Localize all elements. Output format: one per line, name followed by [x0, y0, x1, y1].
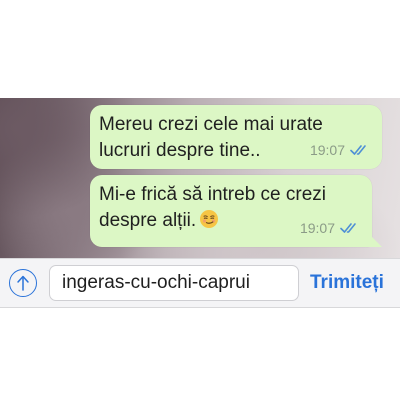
- message-text: Mi-e frică să intreb ce crezi despre alț…: [99, 182, 326, 234]
- message-text: Mereu crezi cele mai urate lucruri despr…: [99, 114, 323, 161]
- message-meta: 19:07: [300, 215, 360, 241]
- chat-screen: Mereu crezi cele mai urate lucruri despr…: [0, 0, 400, 400]
- double-check-icon: [350, 145, 366, 155]
- message-composer: ingeras-cu-ochi-caprui Trimiteți: [0, 258, 400, 308]
- double-check-icon: [340, 223, 356, 233]
- bubble-tail: [368, 233, 382, 247]
- outgoing-message[interactable]: Mi-e frică să intreb ce crezi despre alț…: [90, 175, 382, 247]
- outgoing-message[interactable]: Mereu crezi cele mai urate lucruri despr…: [90, 105, 382, 169]
- smirking-face-emoji: [200, 210, 219, 228]
- send-button[interactable]: Trimiteți: [310, 265, 384, 301]
- message-time: 19:07: [299, 220, 335, 236]
- message-time: 19:07: [309, 142, 345, 158]
- upload-arrow-icon[interactable]: [9, 269, 37, 297]
- message-meta: 19:07: [310, 137, 370, 163]
- arrow-up-icon: [17, 275, 29, 291]
- message-input[interactable]: ingeras-cu-ochi-caprui: [49, 265, 299, 301]
- chat-history[interactable]: Mereu crezi cele mai urate lucruri despr…: [0, 98, 400, 258]
